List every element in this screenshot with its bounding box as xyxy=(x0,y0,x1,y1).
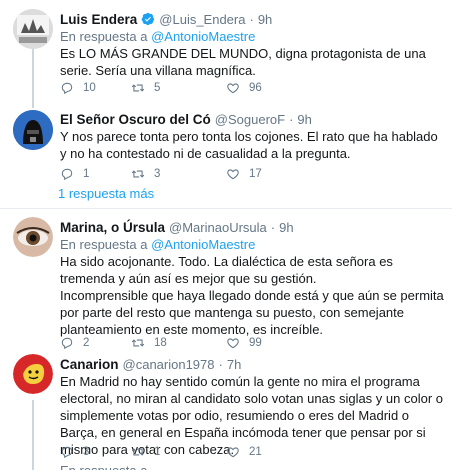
reply-prefix: En respuesta a xyxy=(60,29,148,44)
tweet[interactable]: El Señor Oscuro del Có @SogueroF · 9h Y … xyxy=(0,105,452,181)
like-button[interactable]: 96 xyxy=(226,81,262,95)
tweet-header: Canarion @canarion1978 · 7h xyxy=(60,355,444,373)
tweet-header: Marina, o Úrsula @MarinaoUrsula · 9h xyxy=(60,218,444,236)
retweet-icon xyxy=(131,448,145,456)
separator: · xyxy=(289,111,294,127)
reply-count: 1 xyxy=(83,168,90,180)
reply-button[interactable]: 2 xyxy=(60,336,131,350)
show-more-replies-link[interactable]: 1 respuesta más xyxy=(58,186,154,201)
reply-button[interactable]: 10 xyxy=(60,81,131,95)
like-count: 99 xyxy=(249,337,262,349)
reply-context-partial: En respuesta a xyxy=(60,462,147,470)
retweet-button[interactable]: 5 xyxy=(131,81,226,95)
reply-icon xyxy=(61,168,73,181)
retweet-icon xyxy=(131,339,145,347)
reply-prefix: En respuesta a xyxy=(60,237,148,252)
reply-button[interactable]: 1 xyxy=(60,167,131,181)
tweet-text-line: Incomprensible que haya llegado donde es… xyxy=(60,288,444,337)
heart-icon xyxy=(227,83,239,94)
avatar[interactable] xyxy=(13,217,53,257)
display-name[interactable]: Luis Endera xyxy=(60,12,137,27)
separator: · xyxy=(270,219,276,235)
separator: · xyxy=(249,11,254,27)
tweet-header: El Señor Oscuro del Có @SogueroF · 9h xyxy=(60,110,444,128)
timestamp[interactable]: 7h xyxy=(227,357,241,372)
reply-count: 10 xyxy=(83,82,96,94)
retweet-count: 1 xyxy=(154,446,161,458)
like-count: 96 xyxy=(249,82,262,94)
verified-badge-icon xyxy=(141,12,155,26)
retweet-count: 5 xyxy=(154,82,161,94)
tweet[interactable]: Marina, o Úrsula @MarinaoUrsula · 9h En … xyxy=(0,209,452,350)
tweet[interactable]: Canarion @canarion1978 · 7h En Madrid no… xyxy=(0,349,452,470)
tweet-header: Luis Endera @Luis_Endera · 9h xyxy=(60,10,444,28)
handle[interactable]: @SogueroF xyxy=(215,112,285,127)
tweet-actions: 10 5 96 xyxy=(60,80,262,96)
retweet-count: 18 xyxy=(154,337,167,349)
timestamp[interactable]: 9h xyxy=(258,12,272,27)
avatar[interactable] xyxy=(13,9,53,49)
handle[interactable]: @Luis_Endera xyxy=(159,12,245,27)
retweet-button[interactable]: 18 xyxy=(131,336,226,350)
tweet-actions: 3 1 21 xyxy=(60,444,262,460)
avatar[interactable] xyxy=(13,354,53,394)
tweet-text: Es LO MÁS GRANDE DEL MUNDO, digna protag… xyxy=(60,46,426,78)
like-button[interactable]: 99 xyxy=(226,336,262,350)
timestamp[interactable]: 9h xyxy=(297,112,311,127)
tweet-actions: 1 3 17 xyxy=(60,166,262,182)
tweet-text-line: Ha sido acojonante. Todo. La dialéctica … xyxy=(60,254,393,286)
retweet-icon xyxy=(131,84,145,92)
reply-icon xyxy=(61,82,73,95)
retweet-icon xyxy=(131,170,145,178)
reply-context: En respuesta a @AntonioMaestre xyxy=(60,28,444,45)
retweet-button[interactable]: 1 xyxy=(131,445,226,459)
handle[interactable]: @canarion1978 xyxy=(123,357,215,372)
timestamp[interactable]: 9h xyxy=(279,220,293,235)
heart-icon xyxy=(227,338,239,349)
like-button[interactable]: 17 xyxy=(226,167,262,181)
retweet-button[interactable]: 3 xyxy=(131,167,226,181)
retweet-count: 3 xyxy=(154,168,161,180)
tweet-text: Y nos parece tonta pero tonta los cojone… xyxy=(60,129,438,161)
reply-mention-link[interactable]: @AntonioMaestre xyxy=(151,29,255,44)
display-name[interactable]: El Señor Oscuro del Có xyxy=(60,112,211,127)
separator: · xyxy=(218,356,223,372)
reply-count: 2 xyxy=(83,337,90,349)
handle[interactable]: @MarinaoUrsula xyxy=(169,220,267,235)
display-name[interactable]: Canarion xyxy=(60,357,119,372)
like-button[interactable]: 21 xyxy=(226,445,262,459)
tweet[interactable]: Luis Endera @Luis_Endera · 9h En respues… xyxy=(0,0,452,105)
reply-button[interactable]: 3 xyxy=(60,445,131,459)
like-count: 17 xyxy=(249,168,262,180)
heart-icon xyxy=(227,447,239,458)
display-name[interactable]: Marina, o Úrsula xyxy=(60,220,165,235)
reply-mention-link[interactable]: @AntonioMaestre xyxy=(151,237,255,252)
reply-count: 3 xyxy=(83,446,90,458)
avatar[interactable] xyxy=(13,110,53,150)
reply-icon xyxy=(61,337,73,350)
like-count: 21 xyxy=(249,446,262,458)
reply-icon xyxy=(61,446,73,459)
heart-icon xyxy=(227,169,239,180)
reply-context: En respuesta a @AntonioMaestre xyxy=(60,236,444,253)
